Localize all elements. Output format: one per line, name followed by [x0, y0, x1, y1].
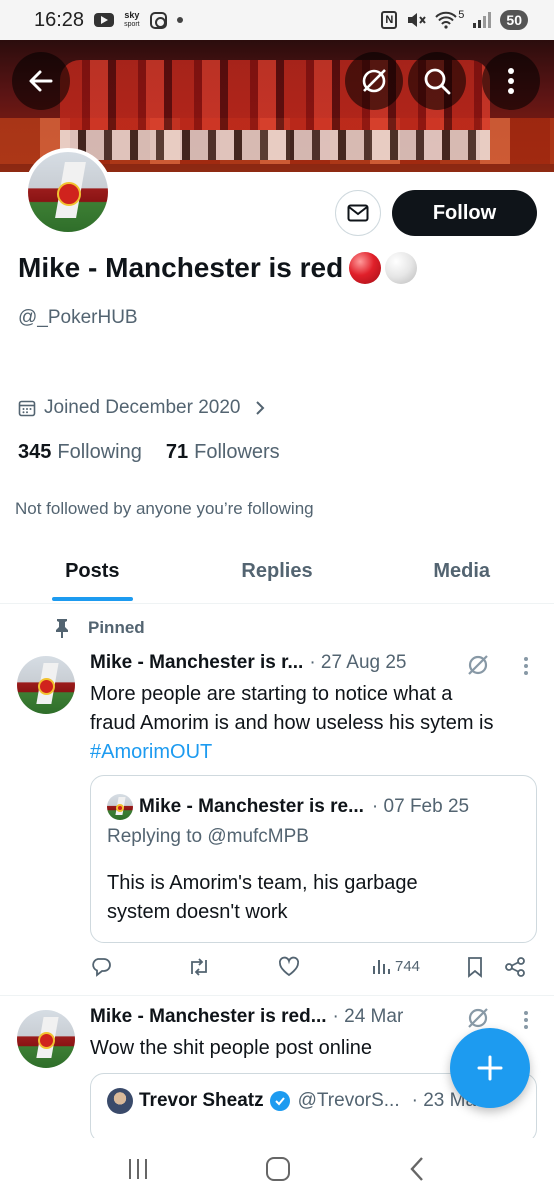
- share-button[interactable]: [504, 956, 526, 978]
- nfc-icon: N: [381, 11, 398, 29]
- back-button[interactable]: [12, 52, 70, 110]
- more-vertical-icon: [508, 68, 514, 94]
- white-circle-emoji: [385, 252, 418, 284]
- tab-replies[interactable]: Replies: [185, 540, 370, 603]
- reply-button[interactable]: [90, 956, 112, 978]
- like-button[interactable]: [278, 956, 300, 978]
- post-actions: 744: [90, 956, 530, 982]
- mute-icon: [408, 13, 427, 27]
- red-circle-emoji: [349, 252, 382, 284]
- quoted-author: Trevor Sheatz: [139, 1090, 264, 1111]
- display-name: Mike - Manchester is red: [18, 252, 418, 284]
- hashtag-link[interactable]: #AmorimOUT: [90, 738, 494, 767]
- pinned-label: Pinned: [54, 618, 145, 638]
- repost-icon: [191, 958, 207, 976]
- more-options-button[interactable]: [482, 52, 540, 110]
- chevron-right-icon: [256, 401, 265, 415]
- post-date[interactable]: · 24 Mar: [333, 1006, 404, 1028]
- quoted-post-header: Trevor Sheatz @TrevorS... · 23 Mar: [107, 1088, 482, 1114]
- joined-date: Joined December 2020: [44, 397, 241, 418]
- profile-tabs: Posts Replies Media: [0, 540, 554, 604]
- quoted-avatar: [107, 1088, 133, 1114]
- quoted-avatar: [107, 794, 133, 820]
- grok-icon: [362, 69, 386, 93]
- bookmark-icon: [468, 957, 482, 978]
- joined-row[interactable]: Joined December 2020: [18, 397, 266, 419]
- followers-link[interactable]: 71 Followers: [166, 441, 280, 464]
- search-button[interactable]: [408, 52, 466, 110]
- mail-icon: [347, 204, 369, 222]
- heart-icon: [278, 956, 300, 977]
- signal-icon: [473, 12, 492, 28]
- notification-dot-icon: [176, 17, 183, 23]
- post-author[interactable]: Mike - Manchester is red...: [90, 1006, 327, 1028]
- profile-avatar[interactable]: [24, 148, 112, 236]
- post-divider: [0, 995, 554, 996]
- views-button[interactable]: 744: [372, 956, 420, 976]
- quoted-text: This is Amorim's team, his garbage syste…: [107, 872, 418, 923]
- bookmark-button[interactable]: [466, 956, 484, 978]
- post-text: More people are starting to notice what …: [90, 680, 494, 767]
- compose-button[interactable]: [450, 1028, 530, 1108]
- grok-icon[interactable]: [465, 652, 491, 678]
- post-avatar[interactable]: [17, 1010, 75, 1068]
- back-nav-icon[interactable]: [409, 1156, 425, 1182]
- post-author[interactable]: Mike - Manchester is r...: [90, 652, 303, 674]
- grok-button[interactable]: [345, 52, 403, 110]
- youtube-icon: [94, 13, 115, 27]
- quoted-post[interactable]: Mike - Manchester is re... · 07 Feb 25 R…: [90, 775, 537, 943]
- status-time: 16:28: [34, 8, 85, 31]
- wifi-icon: [435, 11, 458, 29]
- plus-icon: [477, 1055, 503, 1081]
- quoted-author: Mike - Manchester is re...: [139, 796, 364, 817]
- not-followed-note: Not followed by anyone you’re following: [15, 499, 314, 518]
- message-button[interactable]: [335, 190, 381, 236]
- views-icon: [373, 960, 390, 974]
- quoted-post-header: Mike - Manchester is re... · 07 Feb 25: [107, 794, 469, 820]
- search-icon: [424, 68, 451, 95]
- recent-apps-button[interactable]: [129, 1159, 148, 1179]
- status-bar: 16:28 sky sport N 5 50: [0, 0, 554, 40]
- pin-icon: [56, 619, 68, 638]
- system-nav-bar: [0, 1138, 554, 1200]
- post-avatar[interactable]: [17, 656, 75, 714]
- more-options-icon[interactable]: [516, 656, 536, 676]
- following-link[interactable]: 345 Following: [18, 441, 142, 464]
- repost-button[interactable]: [187, 956, 211, 978]
- home-button[interactable]: [265, 1157, 290, 1181]
- sky-sport-icon: sky sport: [124, 10, 140, 29]
- battery-icon: 50: [500, 10, 528, 30]
- calendar-icon: [18, 400, 36, 417]
- quoted-date: · 07 Feb 25: [371, 796, 470, 817]
- views-count: 744: [395, 957, 421, 975]
- share-icon: [505, 957, 525, 977]
- tab-media[interactable]: Media: [369, 540, 554, 603]
- post-header: Mike - Manchester is red... · 24 Mar: [90, 1006, 403, 1028]
- follow-button[interactable]: Follow: [392, 190, 537, 236]
- reply-icon: [92, 958, 111, 977]
- verified-badge-icon: [269, 1091, 290, 1111]
- follow-stats: 345 Following 71 Followers: [18, 441, 280, 464]
- display-name-text: Mike - Manchester is red: [18, 252, 344, 283]
- instagram-icon: [149, 11, 167, 29]
- arrow-left-icon: [29, 70, 53, 92]
- post-text: Wow the shit people post online: [90, 1037, 373, 1059]
- profile-handle: @_PokerHUB: [18, 307, 138, 328]
- tab-posts[interactable]: Posts: [0, 540, 185, 603]
- more-options-icon[interactable]: [516, 1010, 536, 1030]
- post-date[interactable]: · 27 Aug 25: [309, 652, 406, 674]
- quoted-handle: @TrevorS...: [297, 1090, 400, 1111]
- post-header: Mike - Manchester is r... · 27 Aug 25: [90, 652, 407, 674]
- network-label: 5: [458, 9, 465, 21]
- quoted-reply-to: Replying to @mufcMPB: [107, 826, 309, 847]
